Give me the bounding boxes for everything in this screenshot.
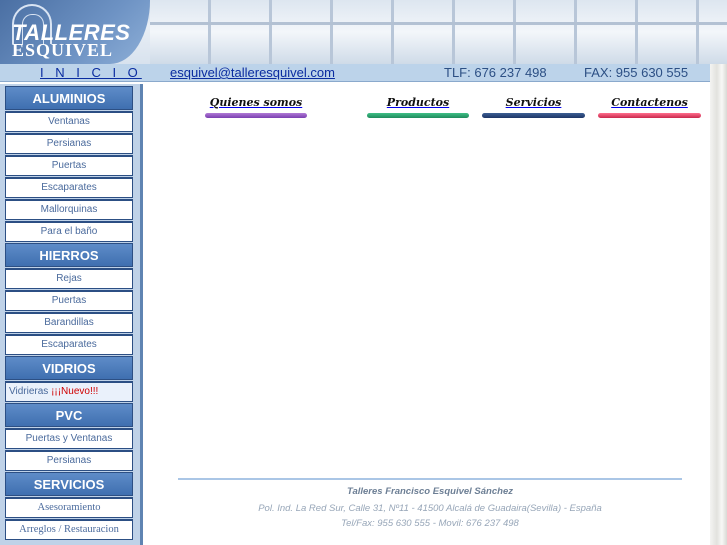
sidebar-item-puertas-hierro[interactable]: Puertas bbox=[5, 290, 133, 311]
sidebar: ALUMINIOS Ventanas Persianas Puertas Esc… bbox=[0, 84, 143, 545]
sidebar-heading-vidrios[interactable]: VIDRIOS bbox=[5, 356, 133, 380]
nav-servicios-underline bbox=[482, 113, 585, 118]
sidebar-item-asesoramiento[interactable]: Asesoramiento bbox=[5, 497, 133, 518]
top-link-bar: I N I C I O esquivel@talleresquivel.com … bbox=[0, 64, 710, 82]
sidebar-item-arreglos[interactable]: Arreglos / Restauracion bbox=[5, 519, 133, 540]
nav-productos[interactable]: Productos bbox=[367, 96, 469, 118]
phone-text: TLF: 676 237 498 bbox=[444, 65, 547, 80]
sidebar-heading-servicios[interactable]: SERVICIOS bbox=[5, 472, 133, 496]
sidebar-item-escaparates-hierro[interactable]: Escaparates bbox=[5, 334, 133, 355]
sidebar-item-persianas-pvc[interactable]: Persianas bbox=[5, 450, 133, 471]
sidebar-item-vidrieras[interactable]: Vidrieras ¡¡¡Nuevo!!! bbox=[5, 381, 133, 402]
sidebar-item-puertas-y-ventanas[interactable]: Puertas y Ventanas bbox=[5, 428, 133, 449]
nav-productos-underline bbox=[367, 113, 469, 118]
nav-productos-label: Productos bbox=[386, 96, 450, 109]
inicio-link[interactable]: I N I C I O bbox=[40, 65, 142, 80]
sidebar-heading-hierros[interactable]: HIERROS bbox=[5, 243, 133, 267]
sidebar-heading-pvc[interactable]: PVC bbox=[5, 403, 133, 427]
footer-phones: Tel/Fax: 955 630 555 - Movil: 676 237 49… bbox=[341, 518, 519, 529]
sidebar-item-escaparates[interactable]: Escaparates bbox=[5, 177, 133, 198]
sidebar-item-ventanas[interactable]: Ventanas bbox=[5, 111, 133, 132]
vidrieras-label: Vidrieras bbox=[9, 386, 49, 397]
nav-contactenos-underline bbox=[598, 113, 701, 118]
header-window-image bbox=[150, 0, 727, 64]
logo-text-esquivel: ESQUIVEL bbox=[12, 40, 114, 60]
sidebar-item-para-el-bano[interactable]: Para el baño bbox=[5, 221, 133, 242]
footer: Talleres Francisco Esquivel Sánchez Pol.… bbox=[178, 486, 682, 529]
new-badge: ¡¡¡Nuevo!!! bbox=[51, 386, 99, 397]
nav-quienes-somos[interactable]: Quienes somos bbox=[205, 96, 307, 118]
marble-strip bbox=[710, 64, 727, 545]
nav-quienes-underline bbox=[205, 113, 307, 118]
sidebar-item-rejas[interactable]: Rejas bbox=[5, 268, 133, 289]
nav-quienes-label: Quienes somos bbox=[209, 96, 303, 109]
sidebar-item-persianas[interactable]: Persianas bbox=[5, 133, 133, 154]
main-content: Quienes somos Productos Servicios Contac… bbox=[150, 84, 710, 545]
nav-servicios-label: Servicios bbox=[505, 96, 562, 109]
nav-servicios[interactable]: Servicios bbox=[482, 96, 585, 118]
fax-text: FAX: 955 630 555 bbox=[584, 65, 689, 80]
footer-divider bbox=[178, 478, 682, 480]
header-banner: TALLERES ESQUIVEL bbox=[0, 0, 727, 64]
footer-company: Talleres Francisco Esquivel Sánchez bbox=[347, 486, 513, 497]
logo[interactable]: TALLERES ESQUIVEL bbox=[0, 0, 150, 64]
sidebar-item-mallorquinas[interactable]: Mallorquinas bbox=[5, 199, 133, 220]
footer-address: Pol. Ind. La Red Sur, Calle 31, Nº11 - 4… bbox=[258, 503, 602, 514]
email-link[interactable]: esquivel@talleresquivel.com bbox=[170, 65, 335, 80]
nav-contactenos-label: Contactenos bbox=[611, 96, 688, 109]
sidebar-heading-aluminios[interactable]: ALUMINIOS bbox=[5, 86, 133, 110]
sidebar-item-puertas[interactable]: Puertas bbox=[5, 155, 133, 176]
sidebar-item-barandillas[interactable]: Barandillas bbox=[5, 312, 133, 333]
nav-contactenos[interactable]: Contactenos bbox=[598, 96, 701, 118]
